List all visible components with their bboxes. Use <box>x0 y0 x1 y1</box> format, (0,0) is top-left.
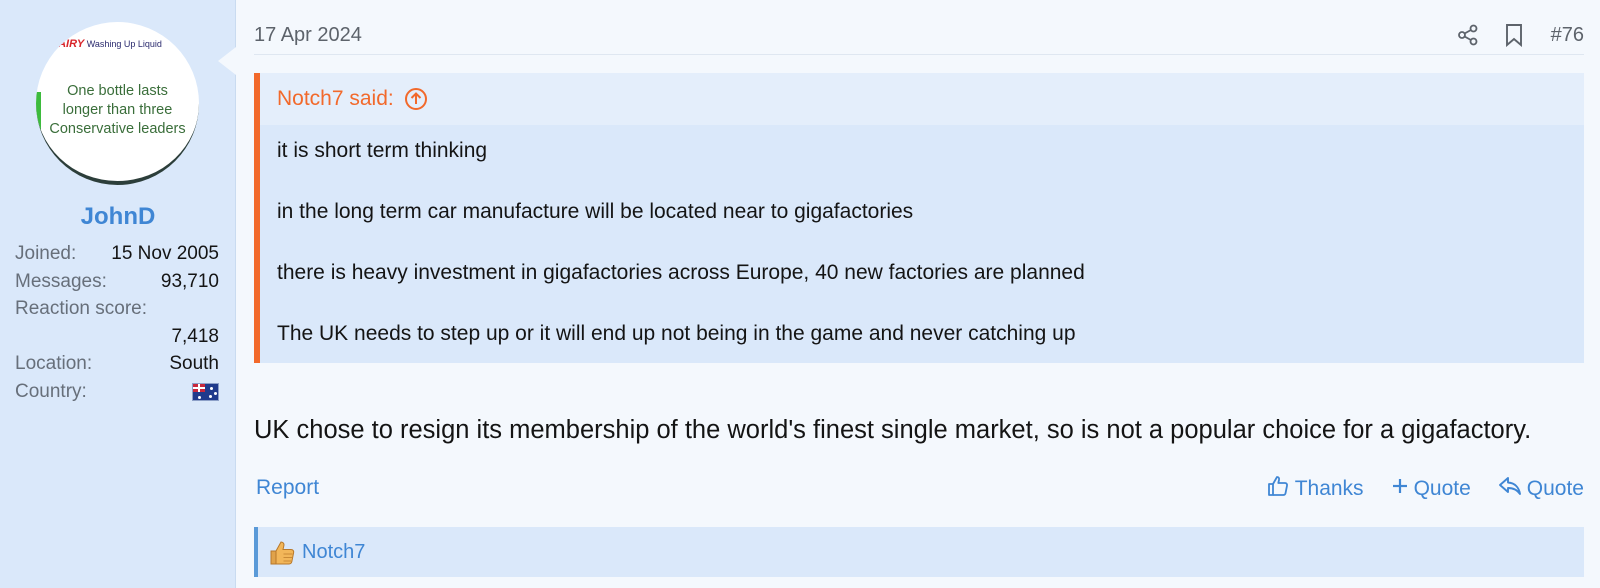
thanks-label: Thanks <box>1294 477 1364 500</box>
post-footer-actions: Report Thanks Quote Quote <box>254 474 1584 506</box>
thanks-button[interactable]: Thanks <box>1266 474 1364 504</box>
stat-joined: Joined: 15 Nov 2005 <box>15 243 219 264</box>
thumbs-up-icon <box>1266 474 1295 504</box>
stat-reaction-score: Reaction score: 7,418 <box>15 298 219 347</box>
forum-post: FAIRY Washing Up Liquid One bottle lasts… <box>0 0 1600 588</box>
quote-title[interactable]: Notch7 said: <box>260 73 1584 125</box>
quote-body: it is short term thinking in the long te… <box>260 125 1584 346</box>
quote-line: it is short term thinking <box>277 139 488 162</box>
report-link[interactable]: Report <box>256 476 319 500</box>
post-body-text: UK chose to resign its membership of the… <box>254 416 1532 444</box>
avatar-brand: FAIRY Washing Up Liquid <box>52 38 162 50</box>
plus-icon <box>1391 477 1414 501</box>
multi-quote-label: Quote <box>1413 477 1471 500</box>
reactions-bar: Notch7 <box>254 527 1584 577</box>
arrow-up-circle-icon[interactable] <box>404 87 428 111</box>
post-date[interactable]: 17 Apr 2024 <box>254 24 362 47</box>
user-stats: Joined: 15 Nov 2005 Messages: 93,710 React… <box>15 240 219 409</box>
multi-quote-button[interactable]: Quote <box>1391 477 1471 501</box>
stat-messages: Messages: 93,710 <box>15 270 219 292</box>
reaction-user-link[interactable]: Notch7 <box>302 541 365 564</box>
user-sidebar: FAIRY Washing Up Liquid One bottle lasts… <box>0 0 236 588</box>
reply-quote-label: Quote <box>1526 477 1584 500</box>
thumbs-up-emoji-icon[interactable] <box>268 538 296 566</box>
avatar-slogan: One bottle lasts longer than three Conse… <box>49 83 186 137</box>
reply-arrow-icon <box>1498 475 1527 503</box>
quote-block: Notch7 said: it is short term thinking i… <box>254 73 1584 363</box>
post-header-actions: #76 <box>1453 20 1584 50</box>
australia-flag-icon <box>192 382 219 401</box>
post-pointer <box>218 47 236 75</box>
quote-line: The UK needs to step up or it will end u… <box>277 322 1076 345</box>
post-number-link[interactable]: #76 <box>1551 20 1584 50</box>
stat-country: Country: <box>15 378 219 410</box>
quote-line: in the long term car manufacture will be… <box>277 200 914 223</box>
bookmark-icon[interactable] <box>1499 20 1529 50</box>
avatar[interactable]: FAIRY Washing Up Liquid One bottle lasts… <box>36 22 199 185</box>
post-main: 17 Apr 2024 #76 Notch7 said: it is short… <box>236 0 1600 588</box>
post-header: 17 Apr 2024 #76 <box>254 15 1584 55</box>
quote-line: there is heavy investment in gigafactori… <box>277 261 1085 284</box>
reply-quote-button[interactable]: Quote <box>1498 475 1584 503</box>
quote-author[interactable]: Notch7 said: <box>277 87 394 111</box>
share-icon[interactable] <box>1453 20 1483 50</box>
username-link[interactable]: JohnD <box>0 203 236 231</box>
stat-location: Location: South <box>15 353 219 374</box>
reaction-actions: Thanks Quote Quote <box>1266 474 1584 504</box>
